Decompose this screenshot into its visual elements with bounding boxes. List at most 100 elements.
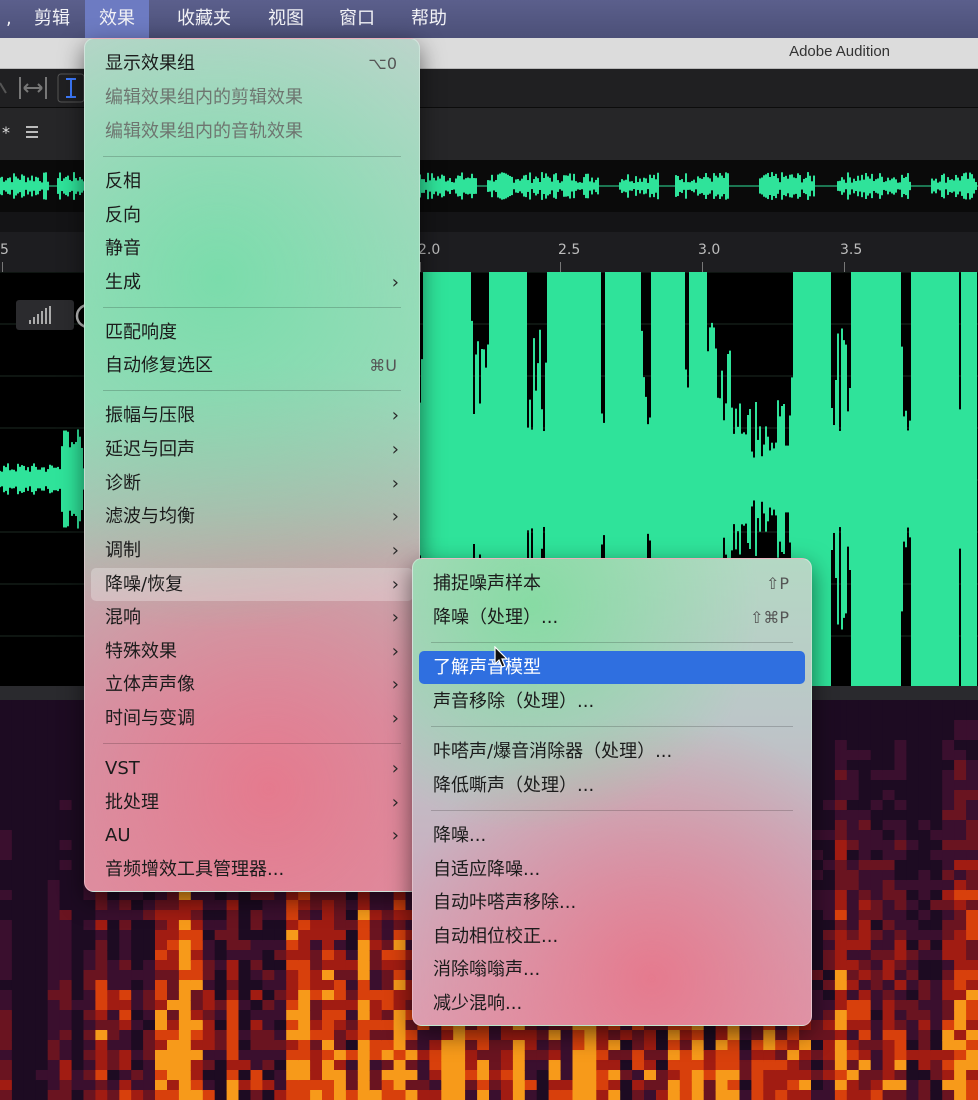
menu-item-auto-heal[interactable]: 自动修复选区 ⌘U [91, 349, 413, 382]
panel-menu-icon[interactable] [26, 126, 38, 138]
menubar-item-window[interactable]: 窗口 [325, 0, 389, 38]
menu-separator [103, 156, 401, 157]
menu-separator [103, 390, 401, 391]
menu-item-noise-reduction-restoration[interactable]: 降噪/恢复 › [91, 568, 413, 601]
menu-item-label: 生成 [105, 272, 141, 293]
menu-item-label: 特殊效果 [105, 641, 177, 662]
menubar-item-effects[interactable]: 效果 [85, 0, 149, 38]
ruler-tick-mark [2, 262, 3, 272]
menu-item-label: 降噪/恢复 [105, 574, 184, 595]
chevron-right-icon: › [391, 825, 399, 846]
menu-item-capture-noise-print[interactable]: 捕捉噪声样本 ⇧P [419, 567, 805, 600]
menu-item-label: 振幅与压限 [105, 405, 195, 426]
menu-item-match-loudness[interactable]: 匹配响度 [91, 316, 413, 349]
menu-item-modulation[interactable]: 调制 › [91, 534, 413, 567]
menu-item-label: 延迟与回声 [105, 439, 195, 460]
ruler-tick-mark [702, 262, 703, 272]
menu-item-label: 减少混响... [433, 993, 523, 1014]
menu-item-invert[interactable]: 反相 [91, 165, 413, 198]
menu-item-automatic-phase-correction[interactable]: 自动相位校正... [419, 920, 805, 953]
chevron-right-icon: › [391, 574, 399, 595]
menubar-item-view[interactable]: 视图 [254, 0, 318, 38]
menu-item-label: 反向 [105, 205, 141, 226]
menu-item-label: VST [105, 758, 140, 779]
menu-separator [103, 307, 401, 308]
menu-item-learn-sound-model[interactable]: 了解声音模型 [419, 651, 805, 684]
menu-item-label: 捕捉噪声样本 [433, 573, 541, 594]
menu-item-generate[interactable]: 生成 › [91, 266, 413, 299]
menu-item-label: 降低嘶声（处理）... [433, 775, 595, 796]
menu-item-label: 编辑效果组内的剪辑效果 [105, 87, 303, 108]
chevron-right-icon: › [391, 439, 399, 460]
ruler-tick-label: 3.5 [840, 242, 863, 258]
menu-item-automatic-click-remover[interactable]: 自动咔嗒声移除... [419, 886, 805, 919]
menu-item-batch[interactable]: 批处理 › [91, 786, 413, 819]
menu-item-label: 自动修复选区 [105, 355, 213, 376]
chevron-right-icon: › [391, 792, 399, 813]
menu-item-diagnostics[interactable]: 诊断 › [91, 467, 413, 500]
menu-item-label: 消除嗡嗡声... [433, 959, 541, 980]
menu-item-label: 诊断 [105, 473, 141, 494]
menu-item-reverb[interactable]: 混响 › [91, 601, 413, 634]
menu-item-hiss-reduction[interactable]: 降低嘶声（处理）... [419, 769, 805, 802]
menubar-item-help[interactable]: 帮助 [397, 0, 461, 38]
menu-item-vst[interactable]: VST › [91, 752, 413, 785]
menu-item-delay-echo[interactable]: 延迟与回声 › [91, 433, 413, 466]
time-selection-tool-icon[interactable] [57, 73, 85, 103]
menu-separator [431, 642, 793, 643]
menu-item-label: 自动咔嗒声移除... [433, 892, 577, 913]
menu-separator [431, 726, 793, 727]
ruler-tick-label: 5 [0, 242, 9, 258]
chevron-right-icon: › [391, 405, 399, 426]
menu-item-special[interactable]: 特殊效果 › [91, 635, 413, 668]
shortcut-label: ⇧P [765, 574, 789, 593]
chevron-right-icon: › [391, 272, 399, 293]
menu-item-label: 显示效果组 [105, 53, 195, 74]
menu-item-label: 音频增效工具管理器... [105, 859, 285, 880]
menubar-item-favorites[interactable]: 收藏夹 [163, 0, 245, 38]
menu-item-silence[interactable]: 静音 [91, 232, 413, 265]
effects-menu: 显示效果组 ⌥0 编辑效果组内的剪辑效果 编辑效果组内的音轨效果 反相 反向 静音… [84, 38, 420, 892]
link-icon[interactable] [0, 82, 7, 94]
modified-indicator: * [2, 123, 10, 142]
menu-item-label: 时间与变调 [105, 708, 195, 729]
chevron-right-icon: › [391, 641, 399, 662]
menu-item-noise-reduction-process[interactable]: 降噪（处理）... ⇧⌘P [419, 601, 805, 634]
menu-item-edit-track-effects: 编辑效果组内的音轨效果 [91, 115, 413, 148]
menu-item-show-effects-rack[interactable]: 显示效果组 ⌥0 [91, 47, 413, 80]
menu-item-reverse[interactable]: 反向 [91, 199, 413, 232]
menu-item-label: 调制 [105, 540, 141, 561]
menu-item-sound-remover[interactable]: 声音移除（处理）... [419, 685, 805, 718]
menu-item-amplitude-compression[interactable]: 振幅与压限 › [91, 399, 413, 432]
menu-item-label: 混响 [105, 607, 141, 628]
menu-item-label: 编辑效果组内的音轨效果 [105, 121, 303, 142]
menu-item-denoise[interactable]: 降噪... [419, 819, 805, 852]
menu-item-label: 自适应降噪... [433, 859, 541, 880]
menu-item-stereo-imagery[interactable]: 立体声声像 › [91, 668, 413, 701]
menubar: , 剪辑 效果 收藏夹 视图 窗口 帮助 [0, 0, 978, 38]
window-title: Adobe Audition [789, 43, 890, 60]
menu-item-click-pop-eliminator[interactable]: 咔嗒声/爆音消除器（处理）... [419, 735, 805, 768]
slip-tool-icon[interactable] [19, 77, 47, 99]
menu-item-label: 了解声音模型 [433, 657, 541, 678]
menu-item-label: 声音移除（处理）... [433, 691, 595, 712]
menubar-item-clip[interactable]: 剪辑 [20, 0, 84, 38]
menu-item-au[interactable]: AU › [91, 819, 413, 852]
ruler-tick-label: 2.0 [418, 242, 441, 258]
menu-item-plugin-manager[interactable]: 音频增效工具管理器... [91, 853, 413, 886]
ruler-tick-mark [420, 262, 421, 272]
menu-item-label: 立体声声像 [105, 674, 195, 695]
menu-item-dehummer[interactable]: 消除嗡嗡声... [419, 953, 805, 986]
ruler-tick-label: 3.0 [698, 242, 721, 258]
chevron-right-icon: › [391, 506, 399, 527]
menu-item-label: 降噪（处理）... [433, 607, 559, 628]
shortcut-label: ⌘U [369, 356, 397, 375]
menu-item-label: 自动相位校正... [433, 926, 559, 947]
menu-item-label: 批处理 [105, 792, 159, 813]
menu-item-dereverb[interactable]: 减少混响... [419, 987, 805, 1020]
ruler-tick-mark [844, 262, 845, 272]
shortcut-label: ⇧⌘P [749, 608, 789, 627]
menu-item-adaptive-noise-reduction[interactable]: 自适应降噪... [419, 853, 805, 886]
menu-item-time-pitch[interactable]: 时间与变调 › [91, 702, 413, 735]
menu-item-filter-eq[interactable]: 滤波与均衡 › [91, 500, 413, 533]
